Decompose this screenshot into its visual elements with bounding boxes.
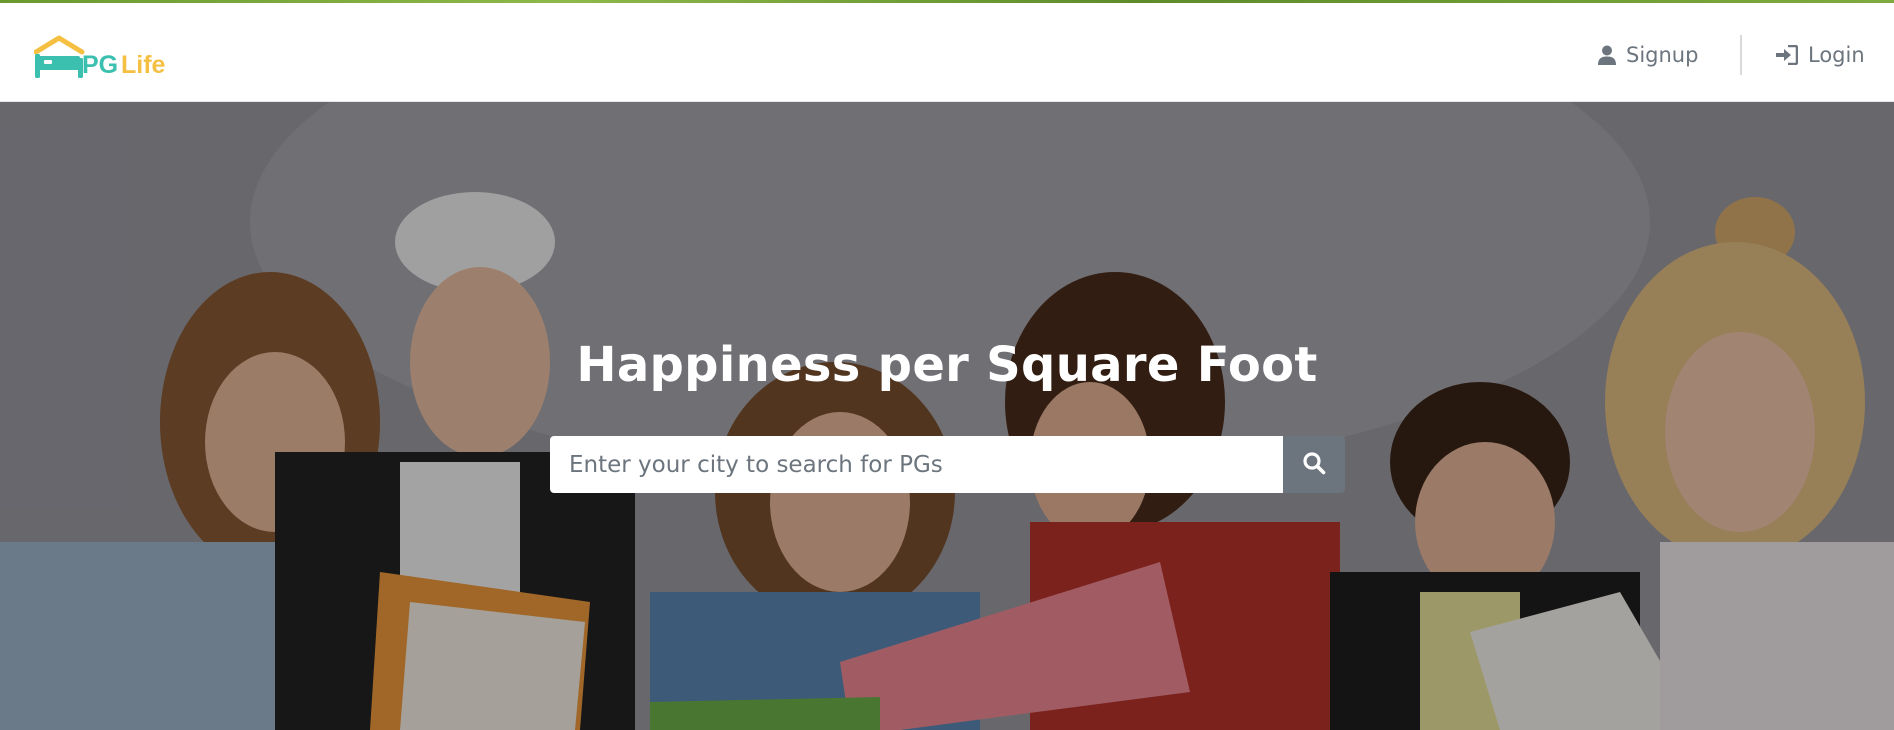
sign-in-icon [1776, 45, 1798, 65]
city-search-form [550, 436, 1345, 493]
navbar: PG Life Signup Login [0, 3, 1894, 102]
search-icon [1302, 451, 1326, 478]
login-link[interactable]: Login [1776, 39, 1865, 71]
search-button[interactable] [1283, 436, 1345, 493]
nav-divider [1740, 35, 1742, 75]
hero-title: Happiness per Square Foot [576, 337, 1318, 393]
pglife-logo[interactable]: PG Life [34, 34, 184, 82]
signup-link[interactable]: Signup [1598, 39, 1698, 71]
svg-text:Life: Life [121, 51, 166, 79]
signup-label: Signup [1626, 43, 1699, 67]
user-icon [1598, 45, 1616, 65]
svg-text:PG: PG [82, 51, 118, 79]
hero-banner: Happiness per Square Foot [0, 102, 1894, 730]
hero-overlay [0, 102, 1894, 730]
city-search-input[interactable] [550, 436, 1283, 493]
login-label: Login [1808, 43, 1865, 67]
